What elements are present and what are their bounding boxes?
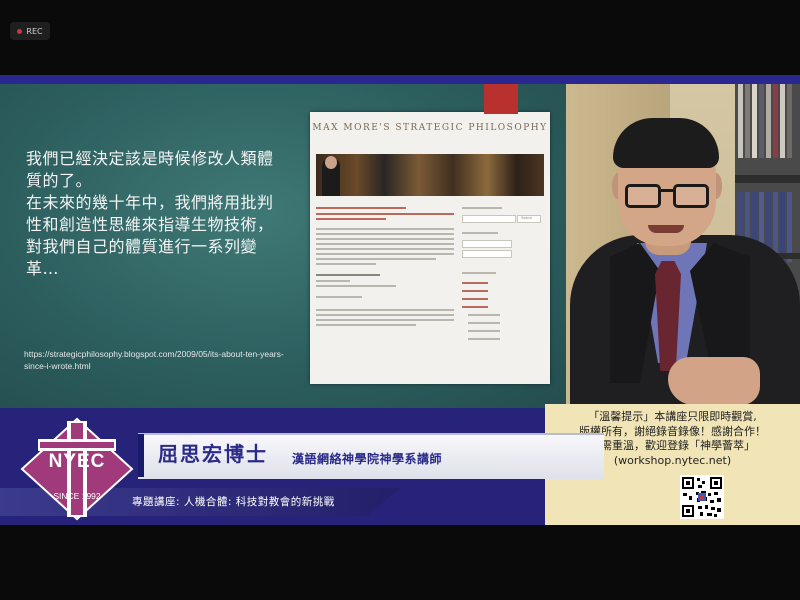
- logo-text: NYEC: [48, 451, 106, 472]
- speaker-title: 漢語網絡神學院神學系講師: [292, 452, 443, 466]
- lecture-topic: 專題講座: 人機合體: 科技對教會的新挑戰: [132, 496, 335, 508]
- recording-label: REC: [26, 26, 43, 36]
- record-dot-icon: [17, 28, 23, 34]
- speaker-bar-accent: [138, 434, 144, 477]
- lower-third: 「溫馨提示」本講座只限即時觀賞, 版權所有，謝絕錄音錄像！感謝合作！ 如需重溫，…: [0, 75, 800, 525]
- recording-indicator: REC: [10, 22, 50, 40]
- qr-code-icon[interactable]: [680, 475, 724, 519]
- speaker-name: 屈思宏博士: [158, 442, 268, 466]
- logo-since: SINCE 1992: [53, 491, 101, 501]
- qr-code-graphic: [682, 477, 722, 517]
- notice-line-1: 「溫馨提示」本講座只限即時觀賞,: [588, 410, 757, 423]
